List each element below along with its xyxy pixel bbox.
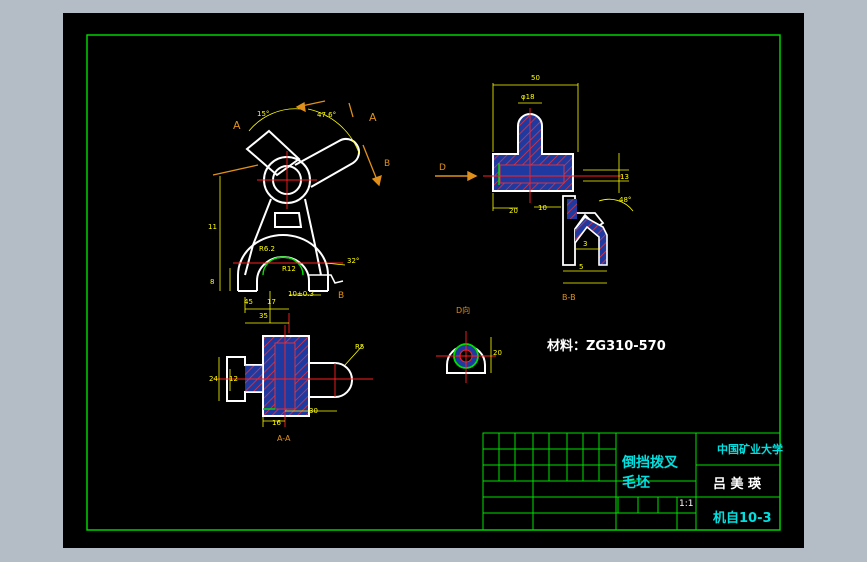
section-aa xyxy=(226,335,353,417)
dim-d20: 20 xyxy=(493,349,502,357)
dim-30: 30 xyxy=(309,407,318,415)
dim-17: 17 xyxy=(267,298,276,306)
section-a-label: A xyxy=(233,119,241,132)
dim-r62: R6.2 xyxy=(259,245,275,253)
section-bb-title: B-B xyxy=(562,293,576,302)
main-view xyxy=(237,129,360,292)
part-name-line1: 倒挡拨叉 xyxy=(622,455,678,471)
section-a2-label: A xyxy=(369,111,377,124)
dim-50: 50 xyxy=(531,74,540,82)
arrow-b2-label: B xyxy=(338,291,345,301)
dim-16: 16 xyxy=(272,419,281,427)
dim-24: 24 xyxy=(209,375,218,383)
dim-13: 13 xyxy=(620,173,629,181)
material-note: 材料：ZG310-570 xyxy=(547,339,666,354)
dim-11: 11 xyxy=(208,223,217,231)
section-aa-title: A-A xyxy=(277,434,291,443)
part-name: 倒挡拨叉 毛坯 xyxy=(622,453,678,493)
designer-name: 吕 美 瑛 xyxy=(713,477,762,492)
part-name-line2: 毛坯 xyxy=(622,475,650,491)
class-code: 机自10-3 xyxy=(713,511,772,526)
dim-angle-15: 15° xyxy=(257,110,270,118)
cad-drawing xyxy=(86,34,781,531)
dim-3: 3 xyxy=(583,240,588,248)
dim-phi18: φ18 xyxy=(521,93,535,101)
dim-35: 35 xyxy=(259,312,268,320)
dim-5: 5 xyxy=(579,263,584,271)
dim-8: 8 xyxy=(210,278,215,286)
dim-angle-32: 32° xyxy=(347,257,360,265)
scale-value: 1:1 xyxy=(679,499,694,509)
dim-angle-48: 48° xyxy=(619,196,632,204)
view-d xyxy=(436,331,496,383)
view-d-title: D向 xyxy=(456,306,471,315)
view-arrow-d xyxy=(435,170,478,182)
dim-r5: R5 xyxy=(355,343,365,351)
dim-12: 12 xyxy=(229,375,238,383)
section-bb xyxy=(492,113,608,266)
dim-20: 20 xyxy=(509,207,518,215)
dim-10pm: 10±0.3 xyxy=(288,290,314,298)
drawing-sheet: A A B B D A-A B-B D向 15° 47.6° 48° 32° R… xyxy=(63,13,804,548)
dim-10: 10 xyxy=(538,204,547,212)
dim-r12: R12 xyxy=(282,265,296,273)
arrow-b-label: B xyxy=(384,159,391,169)
dim-angle-47: 47.6° xyxy=(317,111,337,119)
dim-45: 45 xyxy=(244,298,253,306)
school-name: 中国矿业大学 xyxy=(717,443,783,456)
arrow-d-label: D xyxy=(439,163,446,173)
